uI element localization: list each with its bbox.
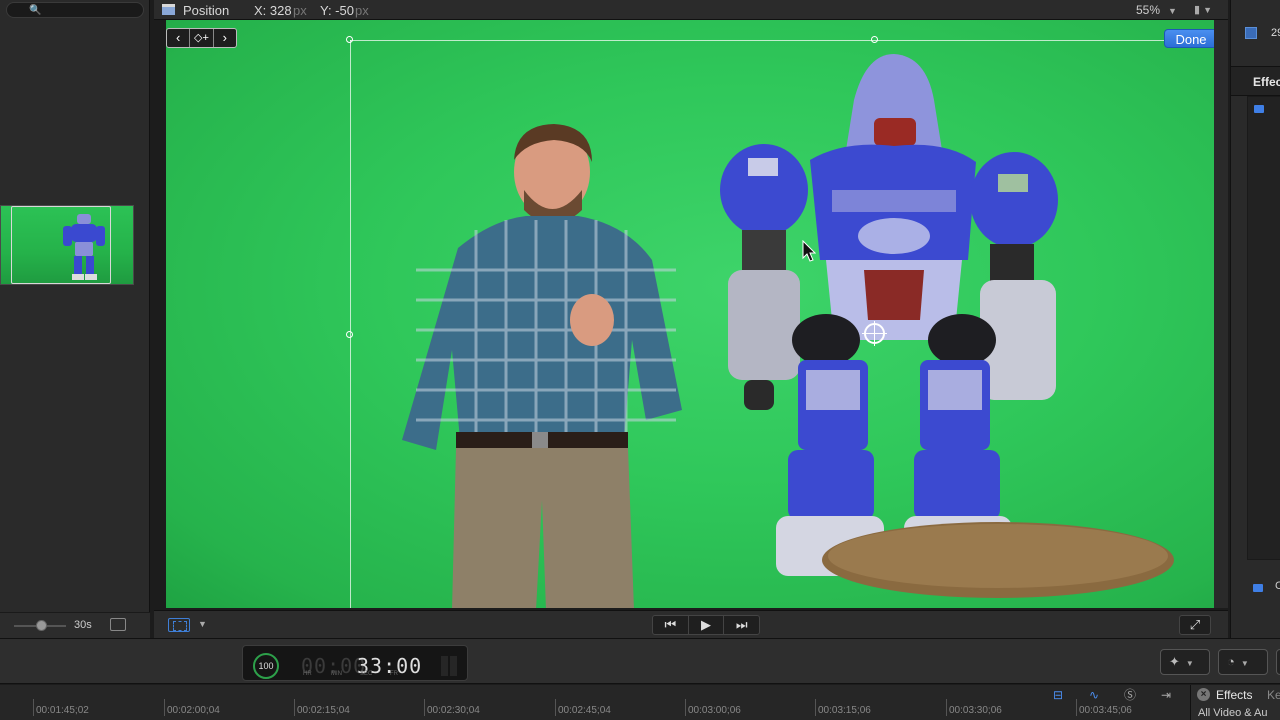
table-prop (822, 522, 1174, 598)
viewer-zoom-value: 55% (1136, 3, 1161, 17)
position-center-control[interactable] (862, 321, 887, 346)
go-to-start-icon[interactable]: ⏮ (653, 616, 689, 634)
mouse-cursor-icon (802, 240, 816, 262)
keyframe-navigation: ‹ ◇+ › (166, 28, 237, 48)
switch-icon: ▮ (1194, 4, 1201, 16)
position-y-value: Y: -50 (320, 3, 354, 18)
enhancements-menu-button[interactable]: ✦ ▼ (1160, 649, 1210, 675)
transform-bounding-box-left (350, 40, 351, 608)
retime-menu-button[interactable]: ◔ ▼ (1218, 649, 1268, 675)
transform-handle[interactable] (346, 331, 353, 338)
video-inspector-icon[interactable] (1245, 27, 1257, 39)
view-options-menu[interactable]: ▮ ▼ (1194, 3, 1212, 16)
position-x-unit: px (293, 3, 307, 18)
viewer-border (1214, 20, 1228, 608)
effect-enable-checkbox[interactable] (1253, 584, 1263, 592)
effects-browser-tab[interactable]: Ke (1267, 688, 1280, 702)
clapperboard-icon (162, 4, 175, 15)
viewer-bottom-bar: ▼ ⏮ ▶ ⏭ ⤢ (154, 610, 1228, 638)
next-keyframe-button[interactable]: › (214, 29, 236, 47)
clip-zoom-slider[interactable] (14, 620, 66, 631)
clip-zoom-slider-knob[interactable] (36, 620, 47, 631)
play-icon[interactable]: ▶ (689, 616, 725, 634)
magic-wand-icon: ✦ (1169, 654, 1180, 669)
previous-keyframe-button[interactable]: ‹ (167, 29, 191, 47)
inspector-header: Effec (1231, 66, 1280, 96)
inspector-effect-label: C (1275, 580, 1280, 592)
robot-thumbnail-image (63, 214, 105, 280)
search-icon: 🔍 (29, 5, 42, 16)
clip-skimming-icon[interactable]: ⊟ (1046, 687, 1070, 703)
timecode-unit-label: FR (390, 671, 398, 677)
close-icon[interactable]: × (1197, 688, 1210, 701)
go-to-end-icon[interactable]: ⏭ (724, 616, 759, 634)
chevron-down-icon[interactable]: ▼ (198, 619, 207, 629)
fullscreen-icon[interactable]: ⤢ (1179, 615, 1211, 635)
inspector-effects-list (1247, 96, 1280, 560)
ruler-tick-label: 00:03:00;06 (685, 699, 741, 716)
timeline-view-controls: ⊟ ∿ Ⓢ ⇥ (1046, 687, 1178, 703)
inspector-frame-rate: 29 (1271, 27, 1280, 39)
done-button[interactable]: Done (1164, 29, 1214, 48)
timecode-unit-label: MIN (331, 671, 342, 677)
viewer-toolbar: Position X: 328 px Y: -50 px 55% ▼ ▮ ▼ (154, 0, 1228, 20)
transform-handle[interactable] (871, 36, 878, 43)
robot-figure (720, 54, 1058, 576)
effects-category-item[interactable]: All Video & Au (1198, 707, 1268, 719)
ruler-tick-label: 00:02:30;04 (424, 699, 480, 716)
inspector-tab-effects[interactable]: Effec (1253, 75, 1280, 89)
chevron-down-icon: ▼ (1240, 659, 1249, 668)
clip-appearance-button[interactable] (110, 618, 126, 631)
ruler-tick-label: 00:03:45;06 (1076, 699, 1132, 716)
timecode-unit-label: HR (303, 671, 312, 677)
ruler-tick-label: 00:01:45;02 (33, 699, 89, 716)
clip-zoom-duration: 30s (74, 619, 92, 631)
event-browser: 🔍 30s (0, 0, 150, 638)
chevron-down-icon: ▼ (1168, 6, 1177, 16)
chevron-down-icon: ▼ (1185, 659, 1194, 668)
chevron-down-icon: ▼ (1203, 5, 1213, 15)
dashboard-toolbar: 100 00:00 33:00 HR MIN SEC FR ✦ ▼ ◔ ▼ (0, 638, 1280, 684)
playback-controls: ⏮ ▶ ⏭ (652, 615, 760, 635)
transform-mode-button[interactable] (168, 618, 190, 632)
audio-skimming-icon[interactable]: ∿ (1082, 687, 1106, 703)
snapping-icon[interactable]: ⇥ (1154, 687, 1178, 703)
toolbar-button[interactable] (1276, 649, 1280, 675)
timeline-ruler[interactable]: 00:01:45;02 00:02:00;04 00:02:15;04 00:0… (0, 685, 1190, 720)
position-y-unit: px (355, 3, 369, 18)
audio-meters[interactable] (441, 656, 457, 676)
position-x-value: X: 328 (254, 3, 292, 18)
add-keyframe-button[interactable]: ◇+ (190, 29, 214, 47)
transform-handle[interactable] (346, 36, 353, 43)
inspector-panel: 29 Effec C (1230, 0, 1280, 638)
timecode-unit-label: SEC (360, 671, 373, 677)
ruler-tick-label: 00:03:30;06 (946, 699, 1002, 716)
effect-enable-checkbox[interactable] (1254, 105, 1264, 113)
viewer-zoom-select[interactable]: 55% ▼ (1136, 3, 1177, 17)
ruler-tick-label: 00:02:15;04 (294, 699, 350, 716)
onscreen-control-label: Position (183, 3, 230, 18)
effects-browser: × Effects Ke All Video & Au (1190, 685, 1280, 720)
presenter-figure (402, 124, 682, 608)
ruler-tick-label: 00:02:45;04 (555, 699, 611, 716)
viewer-canvas[interactable]: ‹ ◇+ › Done (166, 20, 1214, 608)
background-tasks-indicator[interactable]: 100 (253, 653, 279, 679)
ruler-tick-label: 00:03:15;06 (815, 699, 871, 716)
solo-icon[interactable]: Ⓢ (1118, 687, 1142, 703)
search-field[interactable]: 🔍 (6, 2, 144, 18)
speedometer-icon: ◔ (1227, 654, 1235, 669)
dashboard-timecode[interactable]: 100 00:00 33:00 HR MIN SEC FR (242, 645, 468, 681)
clip-thumbnail[interactable] (0, 205, 134, 285)
ruler-tick-label: 00:02:00;04 (164, 699, 220, 716)
transform-bounding-box-top (350, 40, 1214, 41)
browser-bottom-bar: 30s (0, 612, 150, 638)
effects-browser-title: Effects (1216, 688, 1253, 702)
